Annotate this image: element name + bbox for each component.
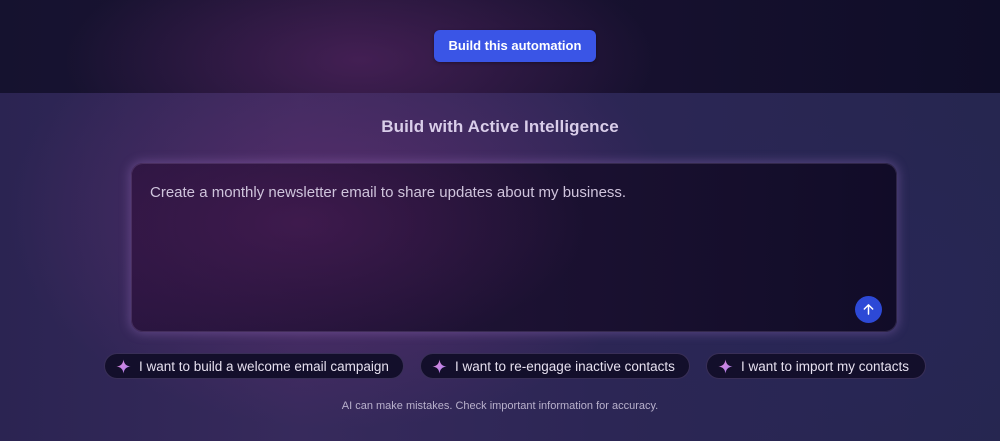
build-automation-button[interactable]: Build this automation bbox=[434, 30, 596, 62]
prompt-input[interactable]: Create a monthly newsletter email to sha… bbox=[131, 163, 897, 332]
ai-builder-panel: Build with Active Intelligence Create a … bbox=[0, 93, 1000, 441]
send-button[interactable] bbox=[855, 296, 882, 323]
top-band: Build this automation bbox=[0, 0, 1000, 93]
panel-title: Build with Active Intelligence bbox=[381, 117, 619, 136]
sparkle-icon bbox=[718, 358, 733, 374]
suggestion-chip-import-contacts[interactable]: I want to import my contacts bbox=[706, 353, 926, 379]
ai-disclaimer: AI can make mistakes. Check important in… bbox=[341, 400, 659, 412]
arrow-up-icon bbox=[863, 304, 874, 315]
suggestion-chip-welcome-campaign[interactable]: I want to build a welcome email campaign bbox=[104, 353, 404, 379]
suggestion-label: I want to import my contacts bbox=[741, 358, 910, 374]
suggestion-label: I want to build a welcome email campaign bbox=[139, 358, 389, 374]
sparkle-icon bbox=[432, 358, 447, 374]
sparkle-icon bbox=[116, 358, 131, 374]
prompt-text[interactable]: Create a monthly newsletter email to sha… bbox=[150, 184, 626, 201]
suggestion-chip-reengage-contacts[interactable]: I want to re-engage inactive contacts bbox=[420, 353, 690, 379]
suggestion-label: I want to re-engage inactive contacts bbox=[455, 358, 675, 374]
